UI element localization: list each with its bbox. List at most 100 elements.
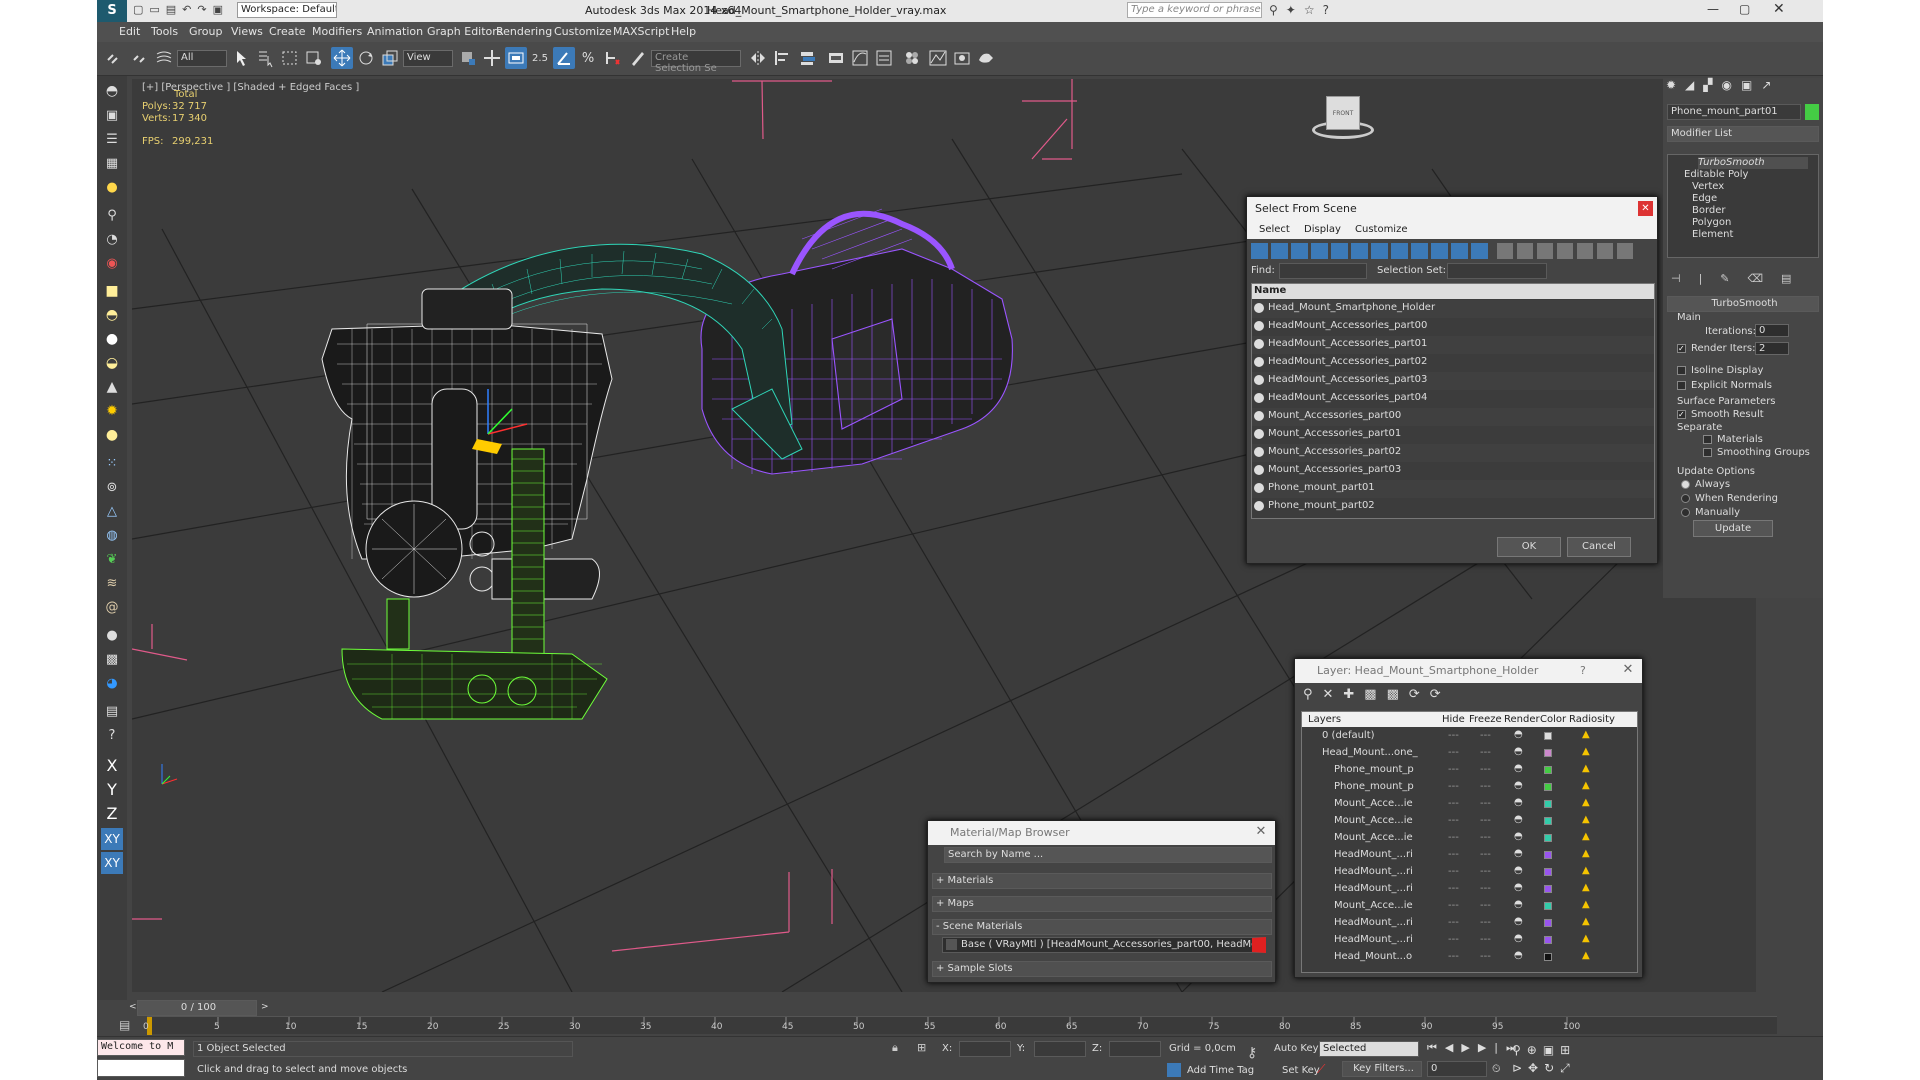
render-teapot-icon[interactable]: ◓ <box>1514 763 1523 774</box>
section-scene-materials[interactable]: - Scene Materials <box>932 919 1272 935</box>
stack-item[interactable]: Border <box>1692 205 1726 217</box>
help-icons[interactable]: ⚲✦☆? <box>1269 3 1337 17</box>
sfs-display-toolbar[interactable] <box>1497 243 1637 259</box>
layer-row[interactable]: Phone_mount_p --- --- ◓ ▲ <box>1302 762 1637 780</box>
col-freeze[interactable]: Freeze <box>1469 714 1502 725</box>
radiosity-icon[interactable]: ▲ <box>1582 780 1590 791</box>
timetag-icon[interactable] <box>1167 1063 1181 1077</box>
layer-name[interactable]: Mount_Acce...ie <box>1334 832 1413 843</box>
layer-name[interactable]: Head_Mount...one_ <box>1322 747 1418 758</box>
scene-object-row[interactable]: Mount_Accessories_part00 <box>1252 408 1654 426</box>
hide-toggle[interactable]: --- <box>1448 730 1459 741</box>
iterations-spinner[interactable]: 0 <box>1755 324 1789 337</box>
blue-sphere-icon[interactable]: ◕ <box>101 672 123 694</box>
modifier-list-dropdown[interactable]: Modifier List <box>1667 126 1819 142</box>
select-by-name-icon[interactable] <box>255 47 277 69</box>
radiosity-icon[interactable]: ▲ <box>1582 882 1590 893</box>
scene-object-row[interactable]: Mount_Accessories_part01 <box>1252 426 1654 444</box>
layer-row[interactable]: Head_Mount...one_ --- --- ◓ ▲ <box>1302 745 1637 763</box>
layer-name[interactable]: HeadMount_...ri <box>1334 934 1413 945</box>
scene-object-row[interactable]: HeadMount_Accessories_part02 <box>1252 354 1654 372</box>
layer-manager-icon[interactable] <box>797 47 819 69</box>
hide-toggle[interactable]: --- <box>1448 815 1459 826</box>
radiosity-icon[interactable]: ▲ <box>1582 916 1590 927</box>
hide-toggle[interactable]: --- <box>1448 832 1459 843</box>
layer-row[interactable]: Phone_mount_p --- --- ◓ ▲ <box>1302 779 1637 797</box>
radiosity-icon[interactable]: ▲ <box>1582 814 1590 825</box>
grid-icon[interactable]: ▦ <box>101 152 123 174</box>
render-teapot-icon[interactable]: ◓ <box>1514 814 1523 825</box>
geosphere-icon[interactable]: ● <box>101 424 123 446</box>
current-frame-field[interactable]: 0 <box>1427 1061 1487 1077</box>
layer-color-swatch[interactable] <box>1544 834 1552 842</box>
radiosity-icon[interactable]: ▲ <box>1582 950 1590 961</box>
map-icon[interactable]: ▩ <box>101 648 123 670</box>
radiosity-icon[interactable]: ▲ <box>1582 865 1590 876</box>
layer-color-swatch[interactable] <box>1544 800 1552 808</box>
menu-tools[interactable]: Tools <box>151 25 178 38</box>
hide-toggle[interactable]: --- <box>1448 866 1459 877</box>
rectangular-selection-icon[interactable] <box>279 47 301 69</box>
scene-object-row[interactable]: Mount_Accessories_part03 <box>1252 462 1654 480</box>
modifier-stack[interactable]: TurboSmooth Editable Poly Vertex Edge Border… <box>1667 154 1819 258</box>
light-bulb-icon[interactable]: ● <box>101 176 123 198</box>
radiosity-icon[interactable]: ▲ <box>1582 831 1590 842</box>
menu-help[interactable]: Help <box>671 25 696 38</box>
torus-icon[interactable]: ◒ <box>101 352 123 374</box>
section-sample-slots[interactable]: + Sample Slots <box>932 961 1272 977</box>
update-button[interactable]: Update <box>1693 520 1773 537</box>
sfs-menu-customize[interactable]: Customize <box>1355 224 1408 235</box>
render-iters-spinner[interactable]: 2 <box>1755 342 1789 355</box>
radiosity-icon[interactable]: ▲ <box>1582 848 1590 859</box>
viewcube-front-face[interactable]: FRONT <box>1326 96 1360 130</box>
filmstrip-icon[interactable]: ▤ <box>119 1018 130 1032</box>
col-color[interactable]: Color <box>1540 714 1566 725</box>
close-button[interactable]: ✕ <box>1773 1 1785 17</box>
layer-row[interactable]: HeadMount_...ri --- --- ◓ ▲ <box>1302 847 1637 865</box>
keyboard-shortcut-override-icon[interactable] <box>505 47 527 69</box>
scene-object-row[interactable]: HeadMount_Accessories_part03 <box>1252 372 1654 390</box>
menu-customize[interactable]: Customize <box>554 25 612 38</box>
layer-name[interactable]: Mount_Acce...ie <box>1334 900 1413 911</box>
rendered-frame-icon[interactable] <box>951 47 973 69</box>
reference-coordinate-dropdown[interactable]: View <box>403 50 453 67</box>
menu-edit[interactable]: Edit <box>119 25 140 38</box>
menu-animation[interactable]: Animation <box>367 25 423 38</box>
unlink-icon[interactable] <box>129 47 151 69</box>
cancel-button[interactable]: Cancel <box>1567 537 1631 557</box>
col-layers[interactable]: Layers <box>1308 714 1341 725</box>
spiral-icon[interactable]: @ <box>101 596 123 618</box>
time-slider-prev[interactable]: < <box>129 1002 137 1012</box>
object-name-field[interactable]: Phone_mount_part01 <box>1667 104 1801 120</box>
select-object-icon[interactable] <box>231 47 253 69</box>
turbosmooth-rollout-title[interactable]: TurboSmooth <box>1667 296 1819 312</box>
freeze-toggle[interactable]: --- <box>1480 866 1491 877</box>
layer-name[interactable]: Head_Mount...o <box>1334 951 1412 962</box>
lock-icon[interactable]: 🔒︎ <box>892 1041 898 1055</box>
layer-row[interactable]: HeadMount_...ri --- --- ◓ ▲ <box>1302 864 1637 882</box>
particles-icon[interactable]: ⁙ <box>101 452 123 474</box>
render-setup-icon[interactable] <box>927 47 949 69</box>
schematic-view-icon[interactable] <box>873 47 895 69</box>
layer-name[interactable]: HeadMount_...ri <box>1334 883 1413 894</box>
isoline-checkbox[interactable] <box>1677 366 1686 375</box>
manually-radio[interactable] <box>1681 508 1690 517</box>
layer-name[interactable]: HeadMount_...ri <box>1334 866 1413 877</box>
set-key-button[interactable]: Set Key <box>1282 1065 1320 1076</box>
playback-controls[interactable]: ⏮◀▶▶|⏭ <box>1427 1041 1524 1055</box>
close-icon[interactable]: ✕ <box>1620 662 1636 678</box>
freeze-toggle[interactable]: --- <box>1480 815 1491 826</box>
render-teapot-icon[interactable]: ◓ <box>1514 933 1523 944</box>
freeze-toggle[interactable]: --- <box>1480 832 1491 843</box>
key-icon[interactable]: ⚷ <box>1247 1045 1257 1061</box>
render-teapot-icon[interactable]: ◓ <box>1514 831 1523 842</box>
sfs-filter-toolbar[interactable] <box>1251 243 1491 259</box>
align-icon[interactable] <box>771 47 793 69</box>
layer-color-swatch[interactable] <box>1544 902 1552 910</box>
question-icon[interactable]: ? <box>101 724 123 746</box>
layer-row[interactable]: Mount_Acce...ie --- --- ◓ ▲ <box>1302 830 1637 848</box>
search-input[interactable]: Type a keyword or phrase <box>1127 2 1262 18</box>
viewcube[interactable]: FRONT <box>1312 91 1374 149</box>
curve-editor-icon[interactable] <box>849 47 871 69</box>
time-slider-next[interactable]: > <box>261 1002 269 1012</box>
